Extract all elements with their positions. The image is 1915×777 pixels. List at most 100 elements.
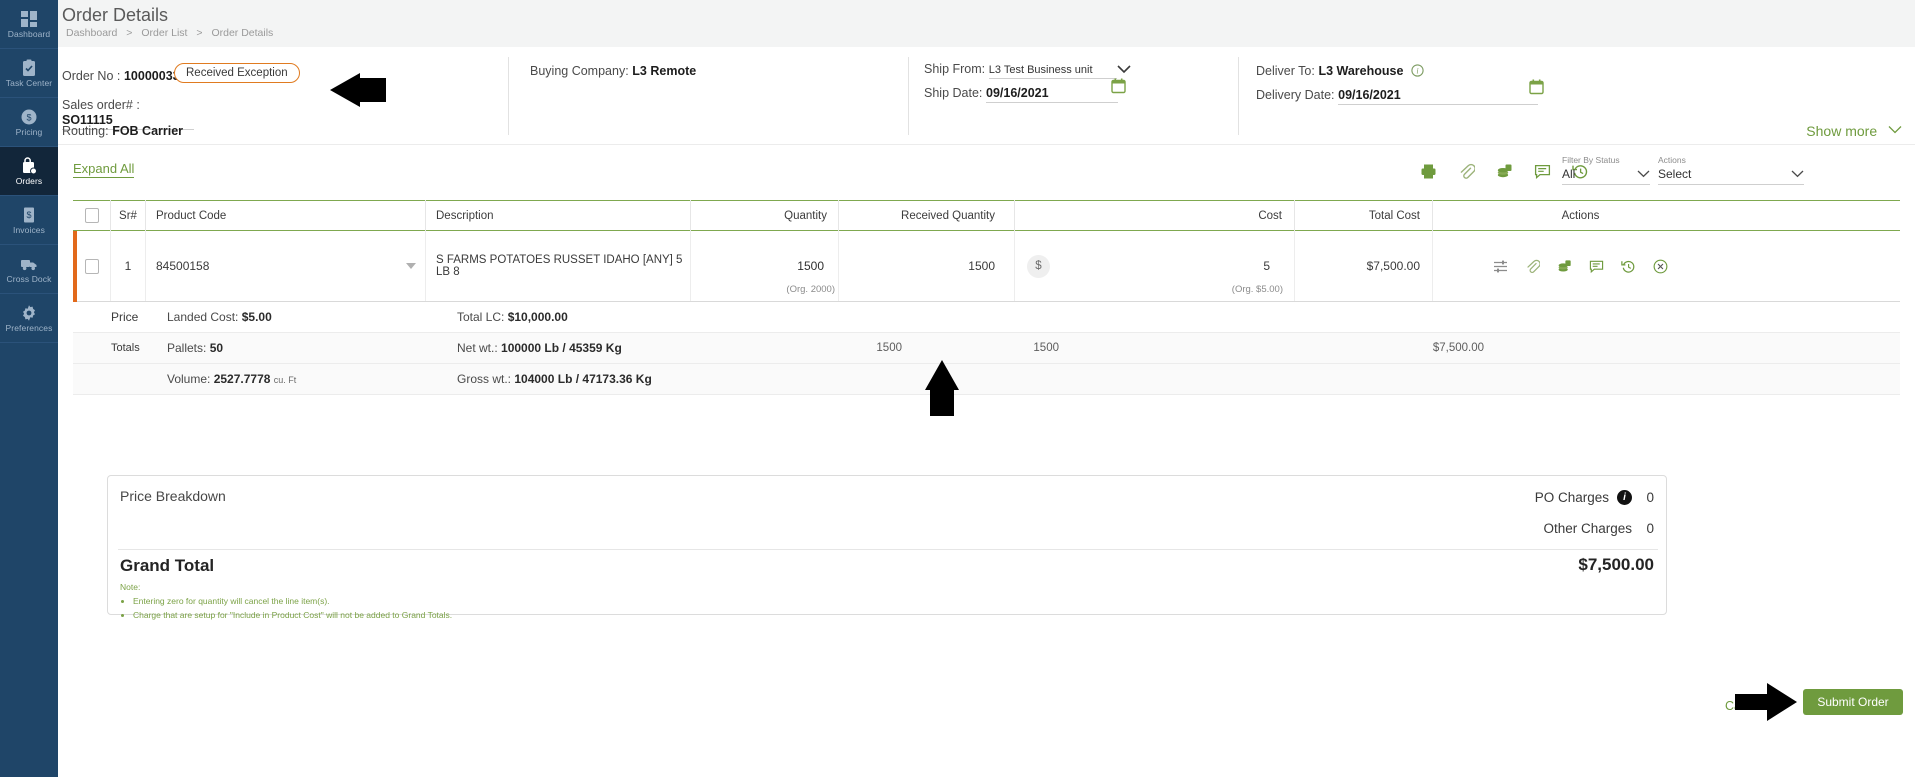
other-charges-row: Other Charges 0 <box>1543 521 1654 536</box>
divider <box>1238 57 1239 135</box>
calendar-icon[interactable] <box>1111 78 1126 97</box>
column-header-sr: Sr# <box>111 200 146 231</box>
ship-from-label: Ship From: <box>924 62 985 76</box>
volume-label: Volume: <box>167 372 210 386</box>
chevron-down-icon <box>1637 167 1650 181</box>
calendar-icon[interactable] <box>1529 79 1544 98</box>
cancel-circle-icon[interactable] <box>1653 259 1668 274</box>
divider <box>908 57 909 135</box>
sidebar-item-label: Preferences <box>6 324 53 333</box>
delivery-date-value: 09/16/2021 <box>1338 88 1401 102</box>
sidebar-item-cross-dock[interactable]: Cross Dock <box>0 245 58 294</box>
cell-description: S FARMS POTATOES RUSSET IDAHO [ANY] 5 LB… <box>426 231 691 301</box>
page-header: Order Details Dashboard > Order List > O… <box>58 0 1915 47</box>
select-all-checkbox[interactable] <box>85 208 99 223</box>
total-lc-group: Total LC: $10,000.00 <box>457 310 697 324</box>
column-header-cost: Cost <box>1015 200 1295 231</box>
total-lc-value: $10,000.00 <box>508 310 568 324</box>
gross-weight-label: Gross wt.: <box>457 372 511 386</box>
comment-icon[interactable] <box>1534 163 1551 180</box>
column-header-quantity: Quantity <box>691 200 839 231</box>
submit-order-button[interactable]: Submit Order <box>1803 689 1903 715</box>
cell-cost[interactable]: $ 5 (Org. $5.00) <box>1015 231 1295 301</box>
info-icon[interactable]: i <box>1411 64 1424 80</box>
buying-company-group: Buying Company: L3 Remote <box>530 63 696 78</box>
buying-company-label: Buying Company: <box>530 64 629 78</box>
note-item: Entering zero for quantity will cancel t… <box>133 595 452 608</box>
truck-icon <box>20 255 38 273</box>
landed-cost-label: Landed Cost: <box>167 310 238 324</box>
delivery-date-group: Delivery Date: 09/16/2021 <box>1256 87 1538 105</box>
column-header-actions: Actions <box>1433 200 1728 231</box>
chevron-down-icon <box>1888 121 1902 137</box>
pallets-value: 50 <box>210 341 223 355</box>
sidebar-item-invoices[interactable]: $ Invoices <box>0 196 58 245</box>
table-toolbar: Expand All Filter By Status All Actions <box>58 144 1915 200</box>
gear-icon <box>20 304 38 322</box>
note-item: Charge that are setup for "Include in Pr… <box>133 609 452 622</box>
gross-weight-value: 104000 Lb / 47173.36 Kg <box>514 372 651 386</box>
divider <box>508 57 509 135</box>
ship-date-input[interactable]: 09/16/2021 <box>986 86 1118 103</box>
dashboard-icon <box>20 10 38 28</box>
quantity-input[interactable] <box>691 259 827 273</box>
totals-row-label: Totals <box>111 342 167 354</box>
other-charges-value: 0 <box>1640 521 1654 536</box>
sidebar-item-dashboard[interactable]: Dashboard <box>0 0 58 49</box>
order-summary-band: Order No : 10000033 Received Exception S… <box>58 47 1915 144</box>
cell-product-code[interactable]: 84500158 <box>146 231 426 301</box>
sidebar-item-preferences[interactable]: Preferences <box>0 294 58 343</box>
actions-value: Select <box>1658 167 1691 181</box>
sidebar-item-task-center[interactable]: Task Center <box>0 49 58 98</box>
coins-icon[interactable] <box>1496 163 1513 180</box>
chevron-down-icon[interactable] <box>406 263 416 269</box>
invoice-icon: $ <box>20 206 38 224</box>
cancel-button[interactable]: Cancel <box>1725 699 1764 713</box>
history-icon[interactable] <box>1621 259 1636 274</box>
ship-from-group: Ship From: L3 Test Business unit <box>924 61 1124 79</box>
sidebar-item-label: Invoices <box>13 226 45 235</box>
note-label: Note: <box>120 582 140 592</box>
show-more-label: Show more <box>1806 123 1877 139</box>
routing-value: FOB Carrier <box>112 124 183 138</box>
ship-from-select[interactable]: L3 Test Business unit <box>989 64 1117 79</box>
buying-company-value: L3 Remote <box>632 64 696 78</box>
grand-total-value: $7,500.00 <box>1578 555 1654 575</box>
adjust-icon[interactable] <box>1493 259 1508 274</box>
cell-received-quantity: 1500 <box>839 231 1015 301</box>
line-items-table: Sr# Product Code Description Quantity Re… <box>73 200 1900 395</box>
comment-icon[interactable] <box>1589 259 1604 274</box>
totals-total-cost: $7,500.00 <box>1358 342 1496 354</box>
coins-icon[interactable] <box>1557 259 1572 274</box>
routing-label: Routing: <box>62 124 109 138</box>
filter-by-status-select[interactable]: Filter By Status All <box>1562 155 1650 185</box>
delivery-date-input[interactable]: 09/16/2021 <box>1338 88 1538 105</box>
breadcrumb-item-order-list[interactable]: Order List <box>141 27 187 39</box>
sales-order-label: Sales order# : <box>62 98 140 112</box>
expand-all-link[interactable]: Expand All <box>73 161 134 178</box>
pallets-label: Pallets: <box>167 341 206 355</box>
cost-original: (Org. $5.00) <box>1232 284 1283 295</box>
volume-row: Volume: 2527.7778 cu. Ft Gross wt.: 1040… <box>73 364 1900 395</box>
status-badge[interactable]: Received Exception <box>174 63 300 83</box>
sidebar-item-label: Pricing <box>16 128 43 137</box>
breadcrumb: Dashboard > Order List > Order Details <box>63 27 276 39</box>
volume-unit: cu. Ft <box>274 375 297 385</box>
cell-total-cost: $7,500.00 <box>1295 231 1433 301</box>
paperclip-icon[interactable] <box>1525 259 1540 274</box>
svg-text:i: i <box>1416 67 1418 76</box>
row-checkbox[interactable] <box>85 259 99 274</box>
show-more-toggle[interactable]: Show more <box>1806 121 1902 139</box>
row-action-group <box>1493 259 1668 274</box>
volume-group: Volume: 2527.7778 cu. Ft <box>167 372 457 386</box>
paperclip-icon[interactable] <box>1458 163 1475 180</box>
info-icon[interactable]: i <box>1617 490 1632 505</box>
sidebar-item-pricing[interactable]: $ Pricing <box>0 98 58 147</box>
sidebar-item-orders[interactable]: Orders <box>0 147 58 196</box>
breadcrumb-item-dashboard[interactable]: Dashboard <box>66 27 117 39</box>
cell-quantity[interactable]: (Org. 2000) <box>691 231 839 301</box>
deliver-to-group: Deliver To: L3 Warehouse i <box>1256 63 1424 80</box>
ship-date-group: Ship Date: 09/16/2021 <box>924 85 1124 103</box>
print-icon[interactable] <box>1420 163 1437 180</box>
actions-select[interactable]: Actions Select <box>1658 155 1804 185</box>
